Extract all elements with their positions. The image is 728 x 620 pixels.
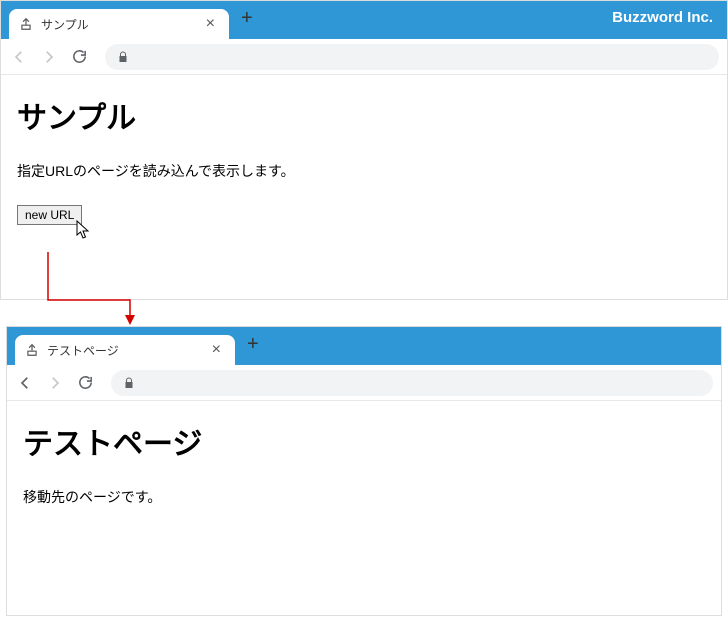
active-tab[interactable]: テストページ ×: [15, 335, 235, 365]
active-tab[interactable]: サンプル ×: [9, 9, 229, 39]
reload-button[interactable]: [69, 47, 89, 67]
address-bar[interactable]: [111, 370, 713, 396]
new-tab-button[interactable]: +: [235, 333, 271, 360]
toolbar: [1, 39, 727, 75]
transition-arrow-icon: [42, 252, 142, 332]
cursor-icon: [76, 220, 92, 240]
titlebar: サンプル × + Buzzword Inc.: [1, 1, 727, 39]
tab-title: テストページ: [47, 342, 208, 359]
page-paragraph: 移動先のページです。: [23, 487, 705, 507]
forward-button[interactable]: [45, 373, 65, 393]
new-url-button[interactable]: new URL: [17, 205, 82, 225]
back-button[interactable]: [9, 47, 29, 67]
reload-button[interactable]: [75, 373, 95, 393]
page-favicon-icon: [25, 343, 39, 357]
address-bar[interactable]: [105, 44, 719, 70]
new-tab-button[interactable]: +: [229, 7, 265, 34]
lock-icon: [123, 377, 135, 389]
lock-icon: [117, 51, 129, 63]
titlebar: テストページ × +: [7, 327, 721, 365]
page-content: テストページ 移動先のページです。: [7, 401, 721, 549]
page-heading: サンプル: [17, 93, 711, 137]
page-favicon-icon: [19, 17, 33, 31]
page-heading: テストページ: [23, 419, 705, 463]
browser-window-after: テストページ × + テストページ 移動先のページです。: [6, 326, 722, 616]
tab-close-icon[interactable]: ×: [202, 16, 219, 32]
page-content: サンプル 指定URLのページを読み込んで表示します。 new URL: [1, 75, 727, 243]
back-button[interactable]: [15, 373, 35, 393]
toolbar: [7, 365, 721, 401]
page-paragraph: 指定URLのページを読み込んで表示します。: [17, 161, 711, 181]
button-label: new URL: [25, 208, 74, 222]
brand-label: Buzzword Inc.: [612, 9, 713, 26]
forward-button[interactable]: [39, 47, 59, 67]
tab-title: サンプル: [41, 16, 202, 33]
tab-close-icon[interactable]: ×: [208, 342, 225, 358]
